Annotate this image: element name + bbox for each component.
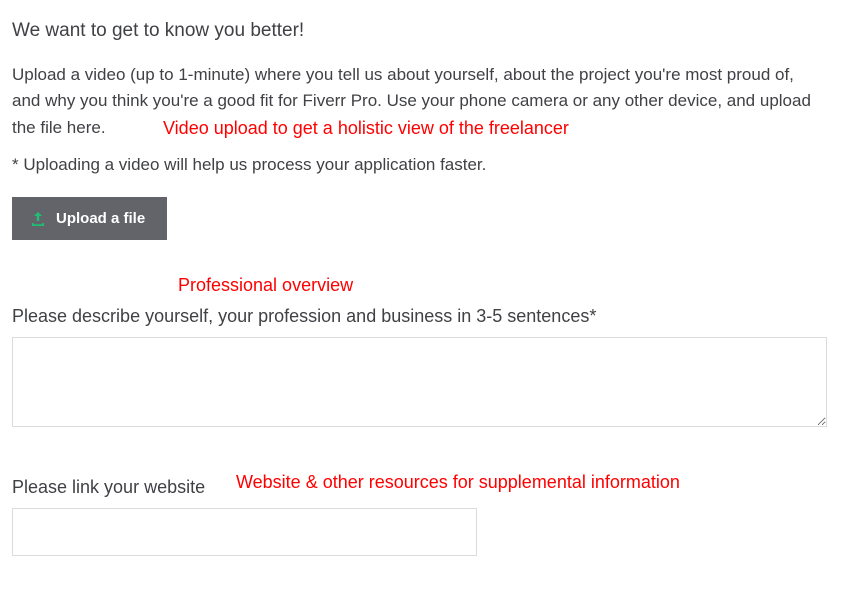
- video-note: * Uploading a video will help us process…: [12, 155, 829, 175]
- annotation-video: Video upload to get a holistic view of t…: [163, 118, 569, 139]
- describe-label: Please describe yourself, your professio…: [12, 306, 829, 327]
- upload-icon: [30, 211, 46, 227]
- describe-textarea[interactable]: [12, 337, 827, 427]
- form-heading: We want to get to know you better!: [12, 20, 829, 42]
- annotation-overview: Professional overview: [178, 275, 353, 296]
- annotation-website: Website & other resources for supplement…: [236, 472, 680, 493]
- website-input[interactable]: [12, 508, 477, 556]
- upload-file-button[interactable]: Upload a file: [12, 197, 167, 240]
- upload-file-button-label: Upload a file: [56, 210, 145, 227]
